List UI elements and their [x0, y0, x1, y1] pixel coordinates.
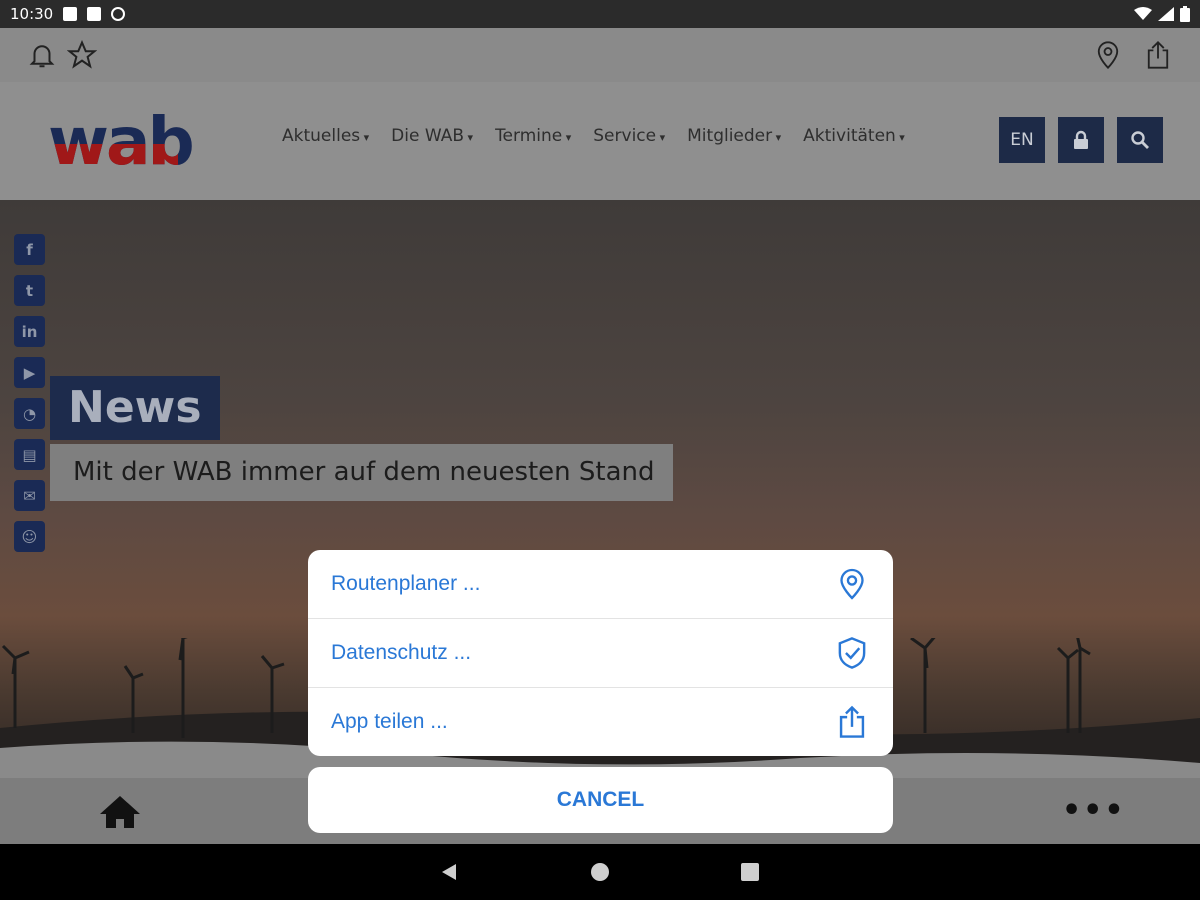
page-title: News	[50, 376, 220, 440]
twitter-icon[interactable]: t	[14, 275, 45, 306]
facebook-icon[interactable]: f	[14, 234, 45, 265]
action-datenschutz[interactable]: Datenschutz ...	[308, 619, 893, 688]
wifi-icon	[1134, 7, 1152, 20]
notification-icon	[63, 7, 78, 21]
social-links: f t in ▶ ◔ ▤ ✉ ☺	[14, 234, 45, 552]
nav-item-die-wab[interactable]: Die WAB	[391, 126, 473, 146]
search-icon	[1131, 131, 1149, 149]
sd-card-icon	[87, 7, 102, 21]
nav-item-service[interactable]: Service	[593, 126, 665, 146]
home-nav-icon[interactable]	[591, 863, 609, 881]
smiley-icon[interactable]: ☺	[14, 521, 45, 552]
login-button[interactable]	[1058, 117, 1104, 163]
page-subtitle: Mit der WAB immer auf dem neuesten Stand	[50, 444, 673, 501]
share-icon[interactable]	[1138, 35, 1178, 75]
sync-icon	[111, 7, 126, 21]
status-time: 10:30	[10, 5, 54, 23]
main-nav: Aktuelles Die WAB Termine Service Mitgli…	[282, 126, 905, 146]
bell-icon[interactable]	[22, 35, 62, 75]
cancel-button[interactable]: CANCEL	[308, 767, 893, 833]
action-app-teilen[interactable]: App teilen ...	[308, 688, 893, 756]
language-button[interactable]: EN	[999, 117, 1045, 163]
youtube-icon[interactable]: ▶	[14, 357, 45, 388]
nav-item-aktivitaeten[interactable]: Aktivitäten	[803, 126, 905, 146]
newsletter-icon[interactable]: ▤	[14, 439, 45, 470]
site-header: wab wab Aktuelles Die WAB Termine Servic…	[0, 82, 1200, 200]
location-pin-icon[interactable]	[1088, 35, 1128, 75]
app-bar	[0, 28, 1200, 82]
star-icon[interactable]	[62, 35, 102, 75]
location-pin-icon	[834, 566, 870, 602]
action-label: App teilen ...	[331, 710, 448, 733]
nav-item-mitglieder[interactable]: Mitglieder	[687, 126, 781, 146]
lock-icon	[1074, 130, 1088, 149]
recent-apps-icon[interactable]	[741, 863, 759, 881]
action-sheet: Routenplaner ... Datenschutz ... App tei…	[308, 550, 893, 756]
rss-icon[interactable]: ◔	[14, 398, 45, 429]
nav-item-aktuelles[interactable]: Aktuelles	[282, 126, 369, 146]
action-routenplaner[interactable]: Routenplaner ...	[308, 550, 893, 619]
status-bar: 10:30	[0, 0, 1200, 28]
shield-check-icon	[834, 635, 870, 671]
signal-icon	[1158, 7, 1174, 21]
action-label: Datenschutz ...	[331, 641, 472, 664]
home-icon[interactable]	[98, 794, 142, 834]
wab-logo[interactable]: wab	[48, 102, 195, 182]
more-options-icon[interactable]: •••	[1062, 796, 1126, 826]
battery-icon	[1180, 6, 1190, 22]
action-label: Routenplaner ...	[331, 572, 481, 595]
linkedin-icon[interactable]: in	[14, 316, 45, 347]
share-icon	[834, 704, 870, 740]
search-button[interactable]	[1117, 117, 1163, 163]
email-icon[interactable]: ✉	[14, 480, 45, 511]
android-navigation-bar	[0, 844, 1200, 900]
wab-logo-red-part: wab	[48, 144, 178, 170]
back-icon[interactable]	[440, 863, 458, 881]
nav-item-termine[interactable]: Termine	[495, 126, 571, 146]
